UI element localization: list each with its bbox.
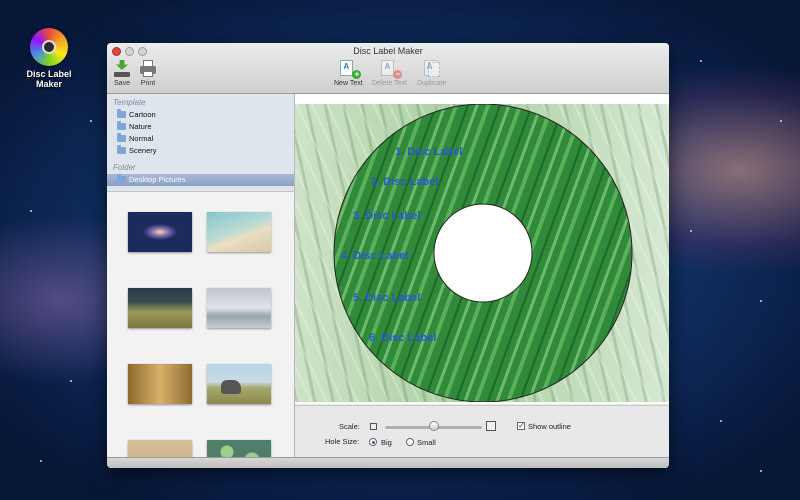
delete-text-button[interactable]: A − Delete Text [372,60,407,87]
status-bar [107,457,669,468]
controls-panel: Scale: ✓ Show outline Hole Size: Big Sma… [295,405,669,458]
duplicate-icon: A [423,60,441,78]
window-title: Disc Label Maker [353,46,423,56]
disc-label-maker-icon [30,28,68,66]
folder-icon [117,174,126,183]
sidebar-item-desktop-pictures[interactable]: Desktop Pictures [107,174,294,186]
disc-label-text[interactable]: 6. Disc Label [369,332,436,344]
sidebar-item-label: Scenery [129,146,157,155]
folder-icon [117,133,126,142]
hole-small-label: Small [417,438,436,447]
print-label: Print [140,80,156,87]
small-image-icon [370,423,377,430]
sidebar: Template Cartoon Nature Normal Scenery F… [107,94,295,458]
thumbnail-sand[interactable] [128,440,192,458]
folder-icon [117,145,126,154]
app-window: Disc Label Maker Save Print A + New Text … [107,43,669,468]
new-text-icon: A + [339,60,362,79]
hole-size-label: Hole Size: [325,437,360,446]
title-bar: Disc Label Maker Save Print A + New Text … [107,43,669,94]
thumbnail-grid [107,191,294,458]
sidebar-item-nature[interactable]: Nature [107,121,294,133]
folder-icon [117,121,126,130]
show-outline-checkbox[interactable]: ✓ [517,422,525,430]
thumbnail-misty-lake[interactable] [207,288,271,328]
delete-text-icon: A − [380,60,403,79]
thumbnail-grass-field[interactable] [128,288,192,328]
new-text-button[interactable]: A + New Text [334,60,363,87]
thumbnail-galaxy[interactable] [128,212,192,252]
sidebar-item-label: Normal [129,134,154,143]
duplicate-label: Duplicate [417,80,447,87]
folder-header: Folder [113,163,136,172]
scale-slider-knob[interactable] [428,421,439,431]
desktop-icon-label-line1: Disc Label [26,69,72,79]
background-image: 1. Disc Label 2. Disc Label 3. Disc Label 4… [295,104,669,402]
thumbnail-beach[interactable] [207,212,271,252]
new-text-label: New Text [334,80,363,87]
label-canvas[interactable]: 1. Disc Label 2. Disc Label 3. Disc Label 4… [295,94,669,404]
sidebar-item-label: Nature [129,122,152,131]
disc-label-text[interactable]: 2. Disc Label [371,176,438,188]
disc-label-text[interactable]: 3. Disc Label [353,210,420,222]
hole-big-radio[interactable] [369,438,377,446]
thumbnail-elephant[interactable] [207,364,271,404]
print-icon [139,60,157,78]
thumbnail-lily-pads[interactable] [207,440,271,458]
disc-label-text[interactable]: 5. Disc Label [353,292,420,304]
large-image-icon [486,421,496,431]
sidebar-item-scenery[interactable]: Scenery [107,145,294,157]
desktop-app-icon[interactable]: Disc Label Maker [24,28,74,89]
thumbnail-wheat[interactable] [128,364,192,404]
sidebar-item-label: Cartoon [129,110,156,119]
scale-label: Scale: [339,422,360,431]
save-label: Save [114,80,130,87]
desktop-icon-label-line2: Maker [35,79,62,89]
sidebar-item-cartoon[interactable]: Cartoon [107,109,294,121]
disc-label-text[interactable]: 4. Disc Label [341,250,408,262]
save-button[interactable]: Save [113,60,131,87]
sidebar-item-normal[interactable]: Normal [107,133,294,145]
folder-icon [117,109,126,118]
disc-hole [433,203,533,303]
sidebar-item-label: Desktop Pictures [129,175,186,184]
print-button[interactable]: Print [139,60,157,87]
delete-text-label: Delete Text [372,80,407,87]
template-header: Template [113,98,146,107]
show-outline-label: Show outline [528,422,571,431]
hole-small-radio[interactable] [406,438,414,446]
save-icon [113,60,131,78]
duplicate-button[interactable]: A Duplicate [417,60,446,87]
disc-label-text[interactable]: 1. Disc Label [395,146,462,158]
hole-big-label: Big [381,438,392,447]
